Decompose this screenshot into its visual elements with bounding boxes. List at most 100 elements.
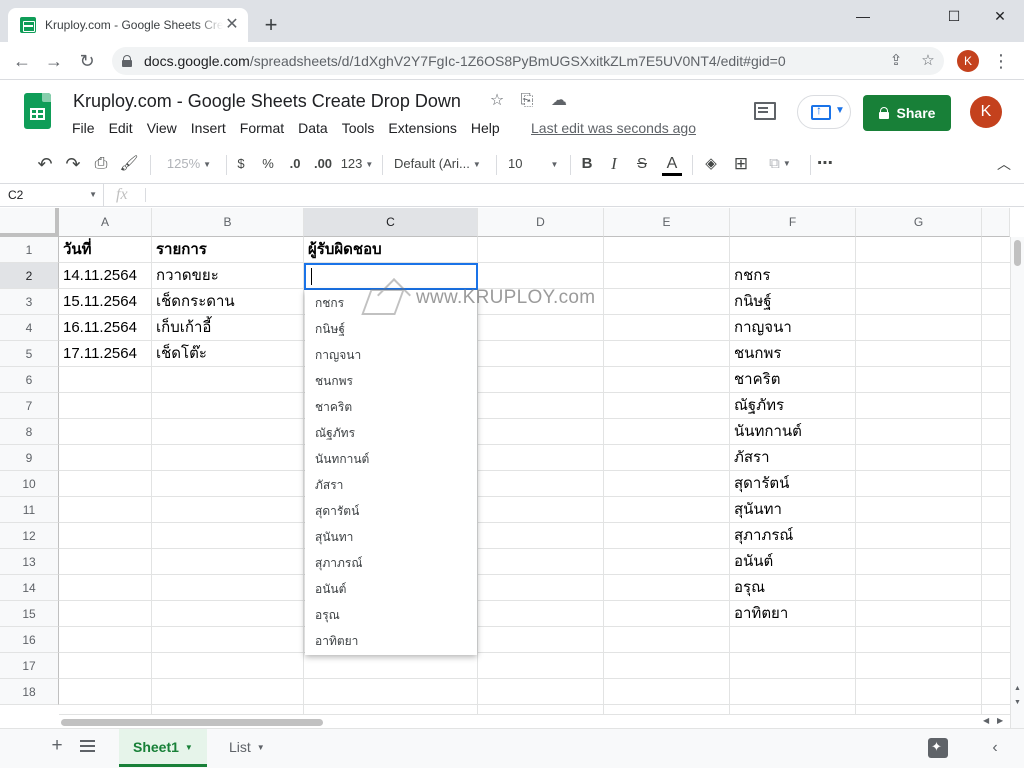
select-all-corner[interactable] <box>0 208 59 237</box>
merge-cells-icon[interactable]: ⧉ ▼ <box>760 152 800 176</box>
menu-format[interactable]: Format <box>240 120 284 136</box>
scroll-left-icon[interactable]: ◀ <box>983 716 989 725</box>
forward-icon[interactable]: → <box>41 49 67 75</box>
maximize-window-button[interactable]: ☐ <box>931 4 977 28</box>
dropdown-option[interactable]: อาทิตยา <box>305 628 477 654</box>
sheet-tab-list[interactable]: List ▼ <box>215 729 279 767</box>
cell-a5[interactable]: 17.11.2564 <box>59 341 152 367</box>
all-sheets-icon[interactable] <box>80 740 95 752</box>
cell-f15[interactable]: อาทิตยา <box>730 601 856 627</box>
increase-decimal-button[interactable]: .00 <box>311 152 335 176</box>
cloud-saved-icon[interactable]: ☁ <box>549 91 569 111</box>
scrollbar-thumb[interactable] <box>61 719 323 726</box>
more-formats-button[interactable]: 123 ▼ <box>340 152 374 176</box>
cell-f2[interactable]: กชกร <box>730 263 856 289</box>
dropdown-option[interactable]: กาญจนา <box>305 342 477 368</box>
share-page-icon[interactable]: ⇪ <box>886 51 906 71</box>
print-icon[interactable]: ⎙ <box>90 152 112 176</box>
menu-tools[interactable]: Tools <box>342 120 375 136</box>
menu-view[interactable]: View <box>147 120 177 136</box>
column-header-a[interactable]: A <box>59 208 152 237</box>
decrease-decimal-button[interactable]: .0 <box>285 152 305 176</box>
dropdown-option[interactable]: สุภาภรณ์ <box>305 550 477 576</box>
more-options-icon[interactable]: ⋯ <box>814 152 836 176</box>
address-bar[interactable]: docs.google.com/spreadsheets/d/1dXghV2Y7… <box>112 47 944 75</box>
dropdown-option[interactable]: อนันต์ <box>305 576 477 602</box>
column-header-d[interactable]: D <box>478 208 604 237</box>
horizontal-scrollbar[interactable]: ◀ ▶ <box>59 714 1010 728</box>
back-icon[interactable]: ← <box>9 49 35 75</box>
fill-color-icon[interactable]: ◈ <box>700 152 722 176</box>
font-family-select[interactable]: Default (Ari... ▼ <box>394 152 488 176</box>
move-folder-icon[interactable]: ⎘ <box>517 91 537 111</box>
cell-a3[interactable]: 15.11.2564 <box>59 289 152 315</box>
row-header-18[interactable]: 18 <box>0 679 59 705</box>
percent-format-button[interactable]: % <box>259 152 277 176</box>
browser-tab[interactable]: Kruploy.com - Google Sheets Create Drop … <box>8 8 248 42</box>
dropdown-option[interactable]: นันทกานต์ <box>305 446 477 472</box>
dropdown-option[interactable]: ณัฐภัทร <box>305 420 477 446</box>
row-header-10[interactable]: 10 <box>0 471 59 497</box>
document-title[interactable]: Kruploy.com - Google Sheets Create Drop … <box>73 91 461 112</box>
row-header-7[interactable]: 7 <box>0 393 59 419</box>
currency-format-button[interactable]: $ <box>232 152 250 176</box>
cell-f5[interactable]: ชนกพร <box>730 341 856 367</box>
browser-menu-icon[interactable]: ⋮ <box>992 50 1010 72</box>
menu-data[interactable]: Data <box>298 120 328 136</box>
row-header-13[interactable]: 13 <box>0 549 59 575</box>
vertical-scrollbar[interactable]: ▲ ▼ <box>1010 237 1024 728</box>
row-header-16[interactable]: 16 <box>0 627 59 653</box>
row-header-6[interactable]: 6 <box>0 367 59 393</box>
row-header-4[interactable]: 4 <box>0 315 59 341</box>
scroll-up-icon[interactable]: ▲ <box>1014 685 1021 692</box>
dropdown-option[interactable]: กชกร <box>305 290 477 316</box>
cell-f13[interactable]: อนันต์ <box>730 549 856 575</box>
active-cell-editor[interactable] <box>304 263 478 290</box>
collapse-menu-icon[interactable]: ︿ <box>994 152 1014 176</box>
italic-button[interactable]: I <box>605 152 623 176</box>
scroll-right-icon[interactable]: ▶ <box>997 716 1003 725</box>
minimize-window-button[interactable]: — <box>840 4 886 28</box>
cell-f10[interactable]: สุดารัตน์ <box>730 471 856 497</box>
undo-icon[interactable]: ↶ <box>34 152 56 176</box>
paint-format-icon[interactable]: 🖌 <box>118 152 140 176</box>
close-window-button[interactable]: ✕ <box>977 4 1023 28</box>
redo-icon[interactable]: ↷ <box>62 152 84 176</box>
row-header-17[interactable]: 17 <box>0 653 59 679</box>
column-header-b[interactable]: B <box>152 208 304 237</box>
row-header-8[interactable]: 8 <box>0 419 59 445</box>
share-button[interactable]: Share <box>863 95 951 131</box>
borders-icon[interactable]: ⊞ <box>730 152 752 176</box>
reload-icon[interactable]: ↻ <box>74 49 100 75</box>
cell-f14[interactable]: อรุณ <box>730 575 856 601</box>
lock-icon[interactable] <box>122 55 132 67</box>
sheet-tab-sheet1[interactable]: Sheet1 ▼ <box>119 729 207 767</box>
cell-c1[interactable]: ผู้รับผิดชอบ <box>304 237 478 263</box>
row-header-2[interactable]: 2 <box>0 263 59 289</box>
browser-profile-avatar[interactable]: K <box>957 50 979 72</box>
text-color-button[interactable]: A <box>660 152 684 176</box>
column-header-f[interactable]: F <box>730 208 856 237</box>
dropdown-option[interactable]: ชาคริต <box>305 394 477 420</box>
menu-insert[interactable]: Insert <box>191 120 226 136</box>
bookmark-star-icon[interactable]: ☆ <box>918 51 938 71</box>
row-header-11[interactable]: 11 <box>0 497 59 523</box>
menu-help[interactable]: Help <box>471 120 500 136</box>
dropdown-option[interactable]: ชนกพร <box>305 368 477 394</box>
dropdown-option[interactable]: อรุณ <box>305 602 477 628</box>
google-sheets-logo-icon[interactable] <box>24 93 51 129</box>
cell-b3[interactable]: เช็ดกระดาน <box>152 289 304 315</box>
cell-f11[interactable]: สุนันทา <box>730 497 856 523</box>
cell-f3[interactable]: กนิษฐ์ <box>730 289 856 315</box>
cell-f6[interactable]: ชาคริต <box>730 367 856 393</box>
dropdown-option[interactable]: ภัสรา <box>305 472 477 498</box>
new-tab-button[interactable]: + <box>258 12 284 38</box>
name-box[interactable]: C2 ▼ <box>0 184 104 206</box>
present-button[interactable]: ▼ <box>797 95 851 129</box>
collapse-sidebar-icon[interactable]: ‹ <box>988 737 1002 759</box>
cell-a1[interactable]: วันที่ <box>59 237 152 263</box>
font-size-select[interactable]: 10 ▼ <box>508 152 560 176</box>
account-avatar[interactable]: K <box>970 96 1002 128</box>
spreadsheet-grid[interactable]: A B C D E F G 1 2 3 4 5 6 7 8 9 10 11 12 13 14 15 16 17 1… <box>0 208 1024 728</box>
dropdown-option[interactable]: สุดารัตน์ <box>305 498 477 524</box>
